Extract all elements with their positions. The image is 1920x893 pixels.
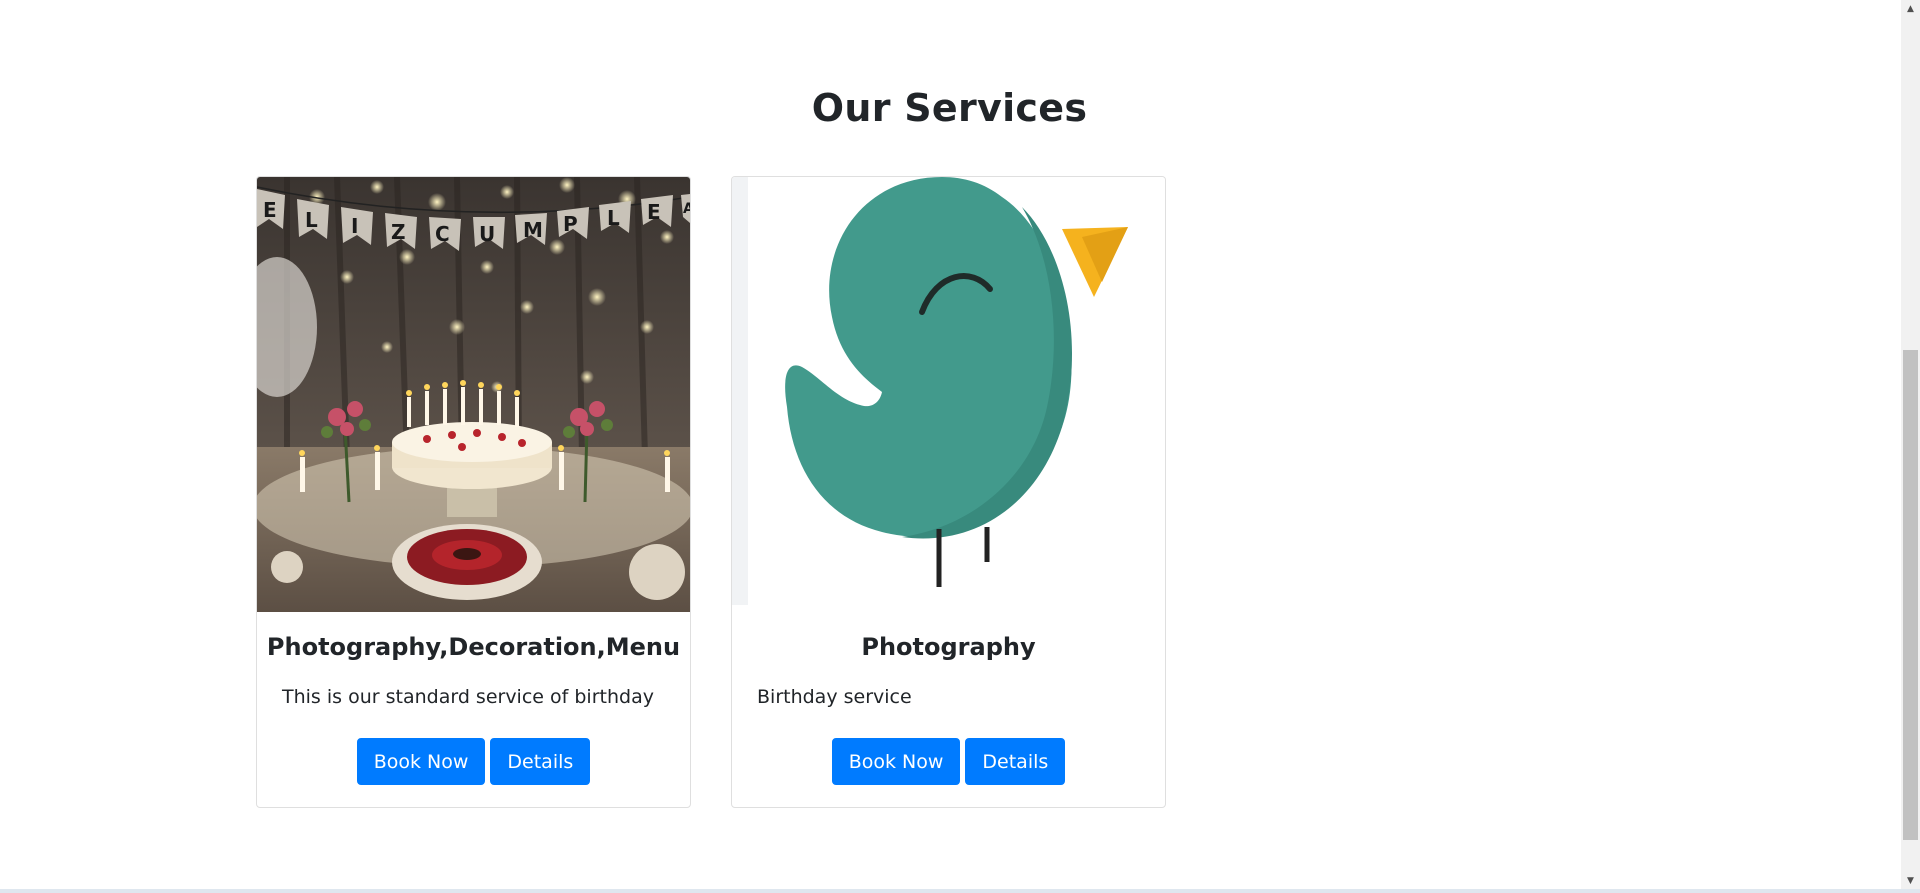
svg-text:L: L <box>305 208 318 232</box>
svg-text:L: L <box>607 206 620 230</box>
card-actions: Book Now Details <box>732 738 1165 785</box>
section-title: Our Services <box>811 86 1088 130</box>
svg-text:A: A <box>683 201 690 217</box>
svg-text:P: P <box>563 212 578 236</box>
details-button[interactable]: Details <box>965 738 1066 785</box>
details-button[interactable]: Details <box>490 738 591 785</box>
service-card: E L I Z C U M P L E A <box>256 176 691 808</box>
card-title: Photography,Decoration,Menu <box>266 633 681 661</box>
banner-letters-decorative: E <box>263 198 277 222</box>
page: Our Services E L I Z C U M P L E Photogr… <box>0 0 1901 889</box>
arrow-down-icon[interactable]: ▼ <box>1901 872 1920 889</box>
service-image-party: E L I Z C U M P L E A <box>257 177 690 612</box>
card-text: Birthday service <box>757 686 912 708</box>
service-image-bird <box>732 177 1165 612</box>
book-now-button[interactable]: Book Now <box>831 738 961 785</box>
svg-text:U: U <box>479 222 495 246</box>
svg-text:Z: Z <box>391 220 406 244</box>
svg-text:E: E <box>647 200 661 224</box>
card-title: Photography <box>861 633 1036 661</box>
svg-text:C: C <box>435 222 450 246</box>
book-now-button[interactable]: Book Now <box>356 738 486 785</box>
service-card: Photography Birthday service Book Now De… <box>731 176 1166 808</box>
vertical-scrollbar[interactable]: ▲ ▼ <box>1901 0 1920 889</box>
arrow-up-icon[interactable]: ▲ <box>1901 0 1920 17</box>
scrollbar-thumb[interactable] <box>1903 350 1918 840</box>
card-actions: Book Now Details <box>257 738 690 785</box>
card-text: This is our standard service of birthday <box>282 686 654 708</box>
bottom-divider <box>0 889 1920 893</box>
svg-text:M: M <box>523 218 543 242</box>
svg-text:I: I <box>351 214 358 238</box>
